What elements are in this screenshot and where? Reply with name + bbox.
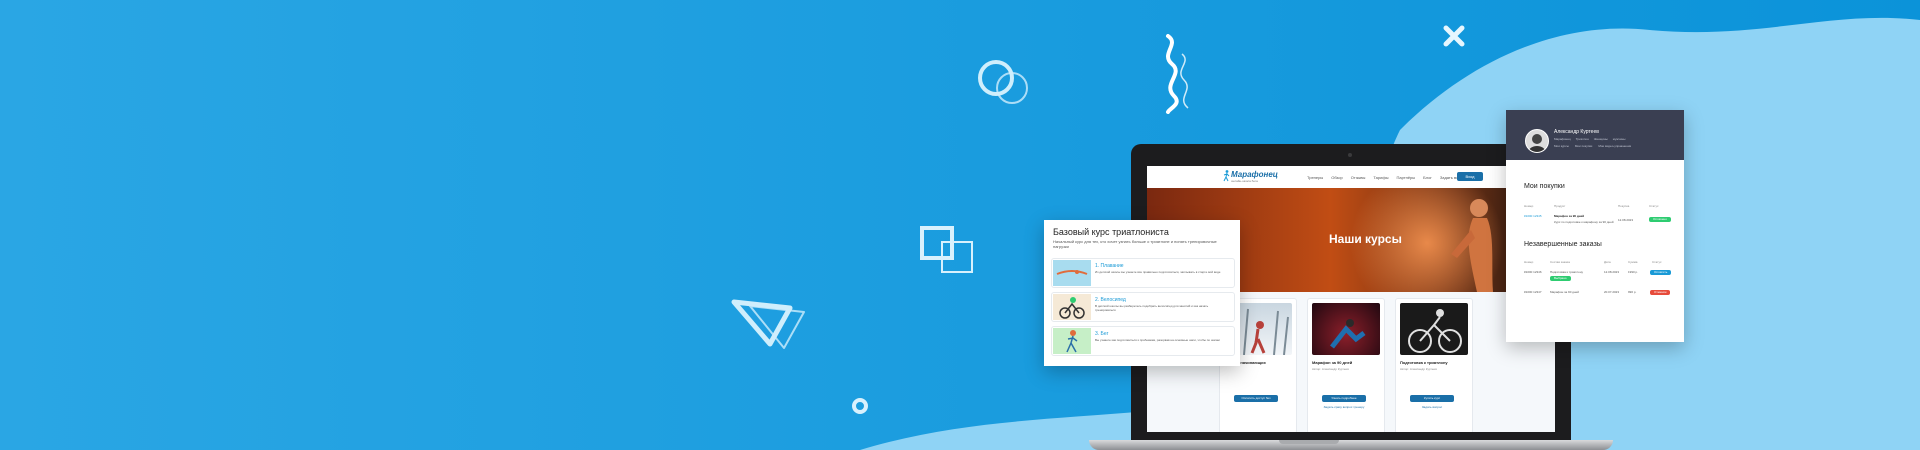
lesson-name[interactable]: 1. Плавание (1095, 263, 1124, 269)
course-card[interactable]: Марафон за 90 дней Автор: Александр Курт… (1307, 298, 1385, 432)
order-number[interactable]: #1000 12346 (1524, 270, 1542, 274)
ring-icon (852, 398, 868, 414)
site-logo-subtitle: онлайн-школа бега (1231, 179, 1258, 183)
column-header: Статус (1649, 204, 1659, 208)
laptop-base (1089, 440, 1613, 450)
nav-link[interactable]: Отзывы (1351, 175, 1366, 180)
lesson-name[interactable]: 3. Бег (1095, 331, 1108, 337)
course-card[interactable]: Подготовка к триатлону Автор: Александр … (1395, 298, 1473, 432)
nav-link[interactable]: Обзор (1331, 175, 1343, 180)
table-row[interactable]: #1000 12346 Подготовка к триатлону Выбра… (1524, 270, 1672, 288)
product-name: Подготовка к триатлону (1550, 270, 1584, 274)
cancelled-badge: Отменён (1650, 290, 1671, 295)
squiggle-icon (1166, 34, 1189, 114)
selected-badge: Выбрано (1550, 276, 1571, 281)
pending-orders-title: Незавершенные заказы (1524, 241, 1602, 248)
profile-tags: Марафонец Триатлон Женщины мужчины (1554, 137, 1625, 141)
profile-tag: мужчины (1612, 137, 1626, 141)
nav-link[interactable]: Партнёры (1397, 175, 1416, 180)
hero-title: Наши курсы (1329, 232, 1402, 246)
site-nav-links: Тренеры Обзор Отзывы Тарифы Партнёры Бло… (1307, 175, 1467, 180)
site-navbar: Марафонец онлайн-школа бега Тренеры Обзо… (1147, 166, 1555, 189)
purchases-title: Мои покупки (1524, 183, 1565, 190)
order-date: 12.08.2023 (1604, 270, 1620, 274)
column-header: Статус (1652, 260, 1662, 264)
profile-tag: Триатлон (1575, 137, 1589, 141)
nav-link[interactable]: Блог (1423, 175, 1432, 180)
profile-tag: Марафонец (1554, 137, 1571, 141)
profile-links: Мои курсы Мои покупки Мои видео-упражнен… (1554, 144, 1631, 148)
profile-link[interactable]: Мои покупки (1575, 144, 1592, 148)
profile-tag: Женщины (1593, 137, 1608, 141)
runner-logo-icon (1223, 170, 1230, 182)
profile-name: Александр Куртеев (1554, 129, 1599, 135)
column-header: Покупка (1618, 204, 1630, 208)
profile-link[interactable]: Мои курсы (1554, 144, 1569, 148)
table-row[interactable]: #1000 12347 Марафон за 90 дней 20.07.202… (1524, 290, 1671, 300)
lesson-image (1053, 328, 1091, 354)
circles-icon (978, 60, 1028, 104)
lesson-image (1053, 260, 1091, 286)
camera (1348, 153, 1352, 157)
course-card-link[interactable]: Задать вопрос (1410, 405, 1454, 409)
laptop-notch (1279, 440, 1339, 444)
purchases-panel: Александр Куртеев Марафонец Триатлон Жен… (1506, 110, 1684, 342)
triangle-icon (731, 299, 805, 349)
order-number[interactable]: #1000 12347 (1524, 290, 1542, 294)
nav-link[interactable]: Тарифы (1373, 175, 1388, 180)
course-title: Базовый курс триатлониста (1053, 227, 1169, 237)
order-sum: 1990 р. (1628, 270, 1639, 274)
course-card-image (1312, 303, 1380, 355)
product-name: Марафон за 90 дней (1554, 214, 1585, 218)
nav-link[interactable]: Тренеры (1307, 175, 1323, 180)
product-name: Марафон за 90 дней (1550, 290, 1579, 294)
avatar[interactable] (1525, 129, 1549, 153)
lesson-item[interactable]: 1. Плавание Из детской школы вы узнаете … (1051, 258, 1235, 288)
column-header: Номер (1524, 260, 1534, 264)
lesson-image (1053, 294, 1091, 320)
order-number[interactable]: #1000 12345 (1524, 214, 1542, 218)
column-header: Дата (1604, 260, 1611, 264)
course-card-author: Автор: Александр Куртеев (1400, 367, 1437, 371)
login-button[interactable]: Вход (1457, 172, 1483, 181)
order-sum: 990 р. (1628, 290, 1637, 294)
product-sub: Курс по подготовке к марафону за 90 дней (1554, 220, 1614, 224)
lesson-text: В детской школы вы разберетесь подобрать… (1095, 304, 1209, 312)
runner-silhouette (1451, 199, 1493, 292)
order-date: 20.07.2023 (1604, 290, 1620, 294)
pay-button[interactable]: Оплатить (1650, 270, 1672, 275)
lesson-name[interactable]: 2. Велосипед (1095, 297, 1126, 303)
lesson-item[interactable]: 3. Бег Вы узнаете как подготовиться к пр… (1051, 326, 1235, 356)
course-card-title: Марафон за 90 дней (1312, 360, 1353, 365)
squares-icon (920, 226, 973, 273)
lesson-item[interactable]: 2. Велосипед В детской школы вы разберет… (1051, 292, 1235, 322)
column-header: Номер (1524, 204, 1534, 208)
profile-link[interactable]: Мои видео-упражнения (1598, 144, 1631, 148)
course-card-button[interactable]: Узнать подробнее (1322, 395, 1366, 402)
column-header: Продукт (1554, 204, 1566, 208)
lesson-text: Из детской школы вы узнаете все правильн… (1095, 270, 1221, 274)
site-logo[interactable]: Марафонец (1231, 170, 1278, 179)
course-card-button[interactable]: Купить курс (1410, 395, 1454, 402)
column-header: Состав заказа (1550, 260, 1570, 264)
column-header: Сумма (1628, 260, 1638, 264)
course-card-button[interactable]: Оплатить доступ без ограничений (1234, 395, 1278, 407)
course-card-image (1400, 303, 1468, 355)
course-card-title: Подготовка к триатлону (1400, 360, 1448, 365)
lesson-text: Вы узнаете как подготовиться к пробежкам… (1095, 338, 1220, 342)
table-row[interactable]: #1000 12345 Марафон за 90 дней Курс по п… (1524, 214, 1671, 234)
profile-header: Александр Куртеев Марафонец Триатлон Жен… (1506, 110, 1684, 160)
course-card-link[interactable]: Задать сразу вопрос тренеру (1322, 405, 1366, 409)
course-card-author: Автор: Александр Куртеев (1312, 367, 1349, 371)
status-badge: Оплачено (1649, 217, 1671, 222)
close-icon (1443, 25, 1465, 47)
course-panel: Базовый курс триатлониста Начальный курс… (1044, 220, 1240, 366)
course-description: Начальный курс для тех, кто хочет узнать… (1053, 239, 1217, 249)
purchase-date: 12.08.2023 (1618, 218, 1634, 222)
